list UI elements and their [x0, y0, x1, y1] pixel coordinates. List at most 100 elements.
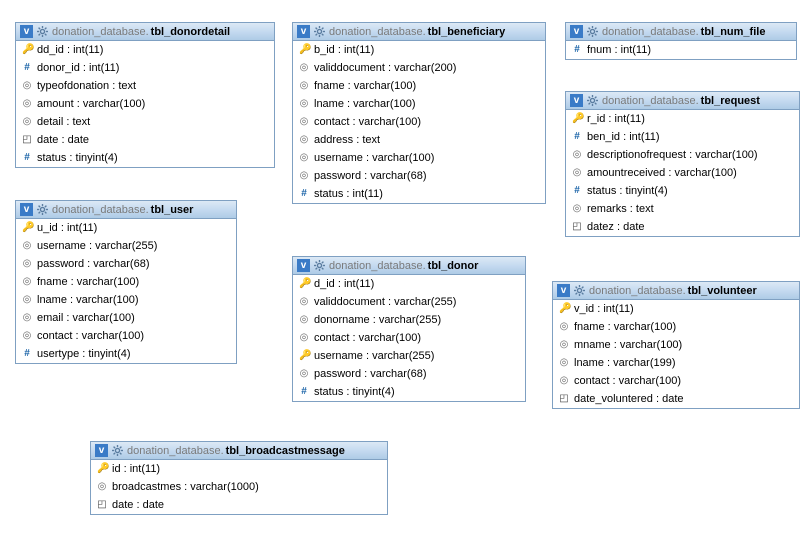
- colon: :: [58, 222, 67, 234]
- column-row[interactable]: ◎amountreceived : varchar(100): [566, 164, 799, 182]
- column-name: amountreceived: [587, 167, 665, 179]
- column-row[interactable]: ◎lname : varchar(100): [293, 95, 545, 113]
- column-row[interactable]: ◎validdocument : varchar(255): [293, 293, 525, 311]
- table-header[interactable]: vdonation_database.tbl_donordetail: [16, 23, 274, 41]
- column-row[interactable]: 🔑b_id : int(11): [293, 41, 545, 59]
- dot: .: [683, 285, 686, 297]
- colon: :: [614, 221, 623, 233]
- v-badge-icon: v: [557, 284, 570, 297]
- text-icon: ◎: [97, 481, 107, 493]
- column-row[interactable]: ◎descriptionofrequest : varchar(100): [566, 146, 799, 164]
- column-row[interactable]: #status : int(11): [293, 185, 545, 203]
- colon: :: [363, 152, 372, 164]
- column-name: status: [37, 152, 66, 164]
- column-row[interactable]: ◎lname : varchar(100): [16, 291, 236, 309]
- column-row[interactable]: #fnum : int(11): [566, 41, 796, 59]
- table-header[interactable]: vdonation_database.tbl_beneficiary: [293, 23, 545, 41]
- column-row[interactable]: ◰datez : date: [566, 218, 799, 236]
- table-tbl-user[interactable]: vdonation_database.tbl_user🔑u_id : int(1…: [15, 200, 237, 364]
- column-row[interactable]: ◎validdocument : varchar(200): [293, 59, 545, 77]
- column-type: int(11): [629, 131, 659, 143]
- column-row[interactable]: ◎fname : varchar(100): [16, 273, 236, 291]
- text-icon: ◎: [299, 62, 309, 74]
- table-header[interactable]: vdonation_database.tbl_request: [566, 92, 799, 110]
- colon: :: [620, 131, 629, 143]
- gear-icon[interactable]: [112, 445, 123, 456]
- column-name: status: [314, 386, 343, 398]
- column-row[interactable]: ◎detail : text: [16, 113, 274, 131]
- colon: :: [611, 339, 620, 351]
- column-row[interactable]: ◎password : varchar(68): [293, 167, 545, 185]
- column-row[interactable]: 🔑username : varchar(255): [293, 347, 525, 365]
- text-icon: ◎: [22, 240, 32, 252]
- gear-icon[interactable]: [37, 26, 48, 37]
- gear-icon[interactable]: [587, 95, 598, 106]
- v-badge-icon: v: [297, 25, 310, 38]
- gear-icon[interactable]: [587, 26, 598, 37]
- column-row[interactable]: ◎contact : varchar(100): [293, 329, 525, 347]
- column-row[interactable]: ◎username : varchar(100): [293, 149, 545, 167]
- column-row[interactable]: ◰date_voluntered : date: [553, 390, 799, 408]
- column-name: password: [314, 170, 361, 182]
- table-header[interactable]: vdonation_database.tbl_num_file: [566, 23, 796, 41]
- column-row[interactable]: 🔑r_id : int(11): [566, 110, 799, 128]
- column-row[interactable]: ◎contact : varchar(100): [293, 113, 545, 131]
- colon: :: [343, 188, 352, 200]
- column-name: username: [37, 240, 86, 252]
- column-row[interactable]: 🔑v_id : int(11): [553, 300, 799, 318]
- table-header[interactable]: vdonation_database.tbl_volunteer: [553, 282, 799, 300]
- gear-icon[interactable]: [574, 285, 585, 296]
- column-row[interactable]: ◎fname : varchar(100): [553, 318, 799, 336]
- column-row[interactable]: #ben_id : int(11): [566, 128, 799, 146]
- table-tbl-request[interactable]: vdonation_database.tbl_request🔑r_id : in…: [565, 91, 800, 237]
- table-tbl-num-file[interactable]: vdonation_database.tbl_num_file#fnum : i…: [565, 22, 797, 60]
- column-row[interactable]: ◎fname : varchar(100): [293, 77, 545, 95]
- table-tbl-donor[interactable]: vdonation_database.tbl_donor🔑d_id : int(…: [292, 256, 526, 402]
- column-row[interactable]: ◎email : varchar(100): [16, 309, 236, 327]
- column-row[interactable]: ◎password : varchar(68): [293, 365, 525, 383]
- key-icon: 🔑: [559, 303, 569, 315]
- column-row[interactable]: #usertype : tinyint(4): [16, 345, 236, 363]
- table-tbl-beneficiary[interactable]: vdonation_database.tbl_beneficiary🔑b_id …: [292, 22, 546, 204]
- column-name: lname: [574, 357, 604, 369]
- column-row[interactable]: ◎mname : varchar(100): [553, 336, 799, 354]
- column-row[interactable]: ◎typeofdonation : text: [16, 77, 274, 95]
- table-tbl-broadcastmessage[interactable]: vdonation_database.tbl_broadcastmessage🔑…: [90, 441, 388, 515]
- column-row[interactable]: 🔑u_id : int(11): [16, 219, 236, 237]
- column-name: remarks: [587, 203, 627, 215]
- column-row[interactable]: ◎password : varchar(68): [16, 255, 236, 273]
- table-header[interactable]: vdonation_database.tbl_broadcastmessage: [91, 442, 387, 460]
- column-row[interactable]: ◰date : date: [91, 496, 387, 514]
- column-row[interactable]: 🔑dd_id : int(11): [16, 41, 274, 59]
- gear-icon[interactable]: [314, 260, 325, 271]
- column-row[interactable]: ◰date : date: [16, 131, 274, 149]
- colon: :: [335, 44, 344, 56]
- column-name: lname: [314, 98, 344, 110]
- column-name: d_id: [314, 278, 335, 290]
- column-row[interactable]: ◎address : text: [293, 131, 545, 149]
- gear-icon[interactable]: [314, 26, 325, 37]
- column-row[interactable]: ◎amount : varchar(100): [16, 95, 274, 113]
- table-tbl-volunteer[interactable]: vdonation_database.tbl_volunteer🔑v_id : …: [552, 281, 800, 409]
- table-tbl-donordetail[interactable]: vdonation_database.tbl_donordetail🔑dd_id…: [15, 22, 275, 168]
- column-row[interactable]: #status : tinyint(4): [293, 383, 525, 401]
- column-row[interactable]: ◎contact : varchar(100): [16, 327, 236, 345]
- column-row[interactable]: #donor_id : int(11): [16, 59, 274, 77]
- column-row[interactable]: #status : tinyint(4): [16, 149, 274, 167]
- column-row[interactable]: ◎remarks : text: [566, 200, 799, 218]
- column-row[interactable]: ◎donorname : varchar(255): [293, 311, 525, 329]
- column-row[interactable]: ◎username : varchar(255): [16, 237, 236, 255]
- table-header[interactable]: vdonation_database.tbl_user: [16, 201, 236, 219]
- column-row[interactable]: ◎broadcastmes : varchar(1000): [91, 478, 387, 496]
- column-row[interactable]: ◎contact : varchar(100): [553, 372, 799, 390]
- column-name: contact: [37, 330, 72, 342]
- column-name: address: [314, 134, 353, 146]
- table-header[interactable]: vdonation_database.tbl_donor: [293, 257, 525, 275]
- column-row[interactable]: 🔑d_id : int(11): [293, 275, 525, 293]
- column-row[interactable]: 🔑id : int(11): [91, 460, 387, 478]
- column-row[interactable]: #status : tinyint(4): [566, 182, 799, 200]
- gear-icon[interactable]: [37, 204, 48, 215]
- column-row[interactable]: ◎lname : varchar(199): [553, 354, 799, 372]
- colon: :: [353, 134, 362, 146]
- text-icon: ◎: [299, 170, 309, 182]
